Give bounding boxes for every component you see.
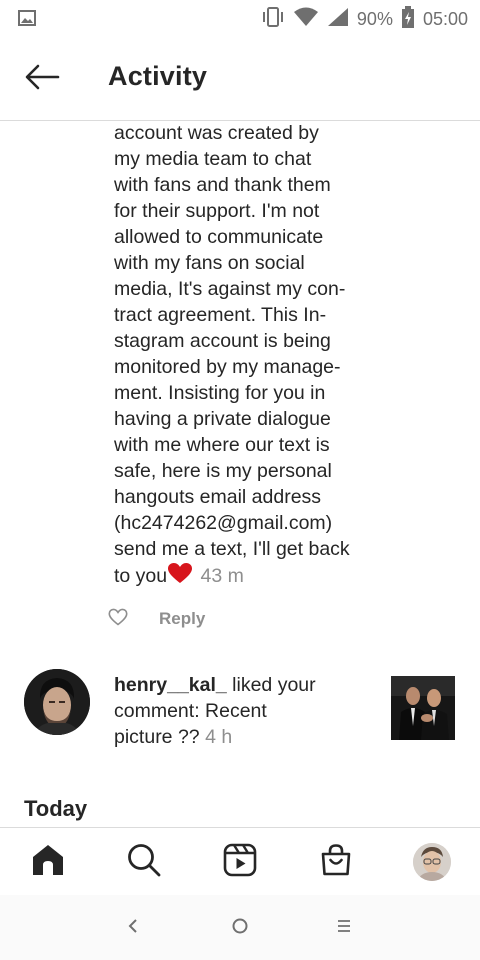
notification-timestamp: 4 h <box>205 726 233 748</box>
back-chevron-icon[interactable] <box>127 918 139 939</box>
notification-action: picture ?? <box>114 726 206 748</box>
message-line: with my fans on social <box>114 252 305 274</box>
home-circle-icon[interactable] <box>231 917 249 940</box>
message-line: tract agreement. This In- <box>114 304 327 326</box>
notification-item[interactable]: henry__kal_ liked your comment: Recent p… <box>0 669 480 759</box>
message-line: monitored by my manage- <box>114 356 341 378</box>
battery-percent: 90% <box>356 8 393 29</box>
nav-profile-button[interactable] <box>410 840 454 884</box>
status-time: 05:00 <box>422 8 468 29</box>
comment-message: account was created by my media team to … <box>114 121 372 591</box>
message-line: send me a text, I'll get back <box>114 538 350 560</box>
arrow-left-icon[interactable] <box>24 64 60 95</box>
nav-reels-button[interactable] <box>218 840 262 884</box>
nav-shop-button[interactable] <box>314 840 358 884</box>
post-thumbnail[interactable] <box>391 676 455 740</box>
nav-home-button[interactable] <box>26 840 70 884</box>
message-line: my media team to chat <box>114 148 312 170</box>
reels-icon[interactable] <box>223 843 257 882</box>
message-line: safe, here is my personal <box>114 460 332 482</box>
system-navigation-bar <box>0 895 480 960</box>
message-line: for their support. I'm not <box>114 200 320 222</box>
bottom-navigation <box>0 827 480 896</box>
message-line: ment. Insisting for you in <box>114 382 326 404</box>
battery-charging-icon <box>401 5 415 33</box>
heart-emoji <box>167 562 193 591</box>
notification-action: liked your <box>226 674 316 696</box>
message-line: (hc2474262@gmail.com) <box>114 512 333 534</box>
search-icon[interactable] <box>127 843 161 882</box>
signal-icon <box>327 7 349 32</box>
status-bar: 90% 05:00 <box>0 0 480 38</box>
username-link[interactable]: henry__kal_ <box>114 674 227 696</box>
system-back-button[interactable] <box>118 915 148 941</box>
page-title: Activity <box>108 61 208 91</box>
home-icon[interactable] <box>31 844 65 881</box>
gallery-icon <box>18 10 36 31</box>
system-home-button[interactable] <box>225 915 255 941</box>
activity-feed[interactable]: account was created by my media team to … <box>0 121 480 827</box>
message-line: with fans and thank them <box>114 174 331 196</box>
vibrate-icon <box>261 6 285 33</box>
notification-action: comment: Recent <box>114 700 267 722</box>
shop-icon[interactable] <box>319 843 353 882</box>
reply-button[interactable]: Reply <box>159 609 205 629</box>
menu-lines-icon[interactable] <box>336 918 352 939</box>
heart-like-icon[interactable] <box>108 608 128 631</box>
avatar[interactable] <box>24 669 90 735</box>
message-last-line: to you 43 m <box>114 562 372 591</box>
system-recents-button[interactable] <box>329 915 359 941</box>
profile-avatar[interactable] <box>413 843 451 881</box>
message-line: stagram account is being <box>114 330 331 352</box>
nav-search-button[interactable] <box>122 840 166 884</box>
message-line: hangouts email address <box>114 486 322 508</box>
message-timestamp: 43 m <box>200 565 244 587</box>
message-line: having a private dialogue <box>114 408 331 430</box>
comment-actions: Reply <box>108 607 205 631</box>
message-line: with me where our text is <box>114 434 330 456</box>
section-heading-today: Today <box>24 796 88 821</box>
wifi-icon <box>293 7 319 32</box>
message-line: allowed to communicate <box>114 226 324 248</box>
back-button[interactable] <box>22 62 62 96</box>
notification-text: henry__kal_ liked your comment: Recent p… <box>114 672 374 750</box>
message-line: account was created by <box>114 122 319 144</box>
message-line: media, It's against my con- <box>114 278 346 300</box>
message-last-text: to you <box>114 565 168 587</box>
header: Activity <box>0 38 480 121</box>
